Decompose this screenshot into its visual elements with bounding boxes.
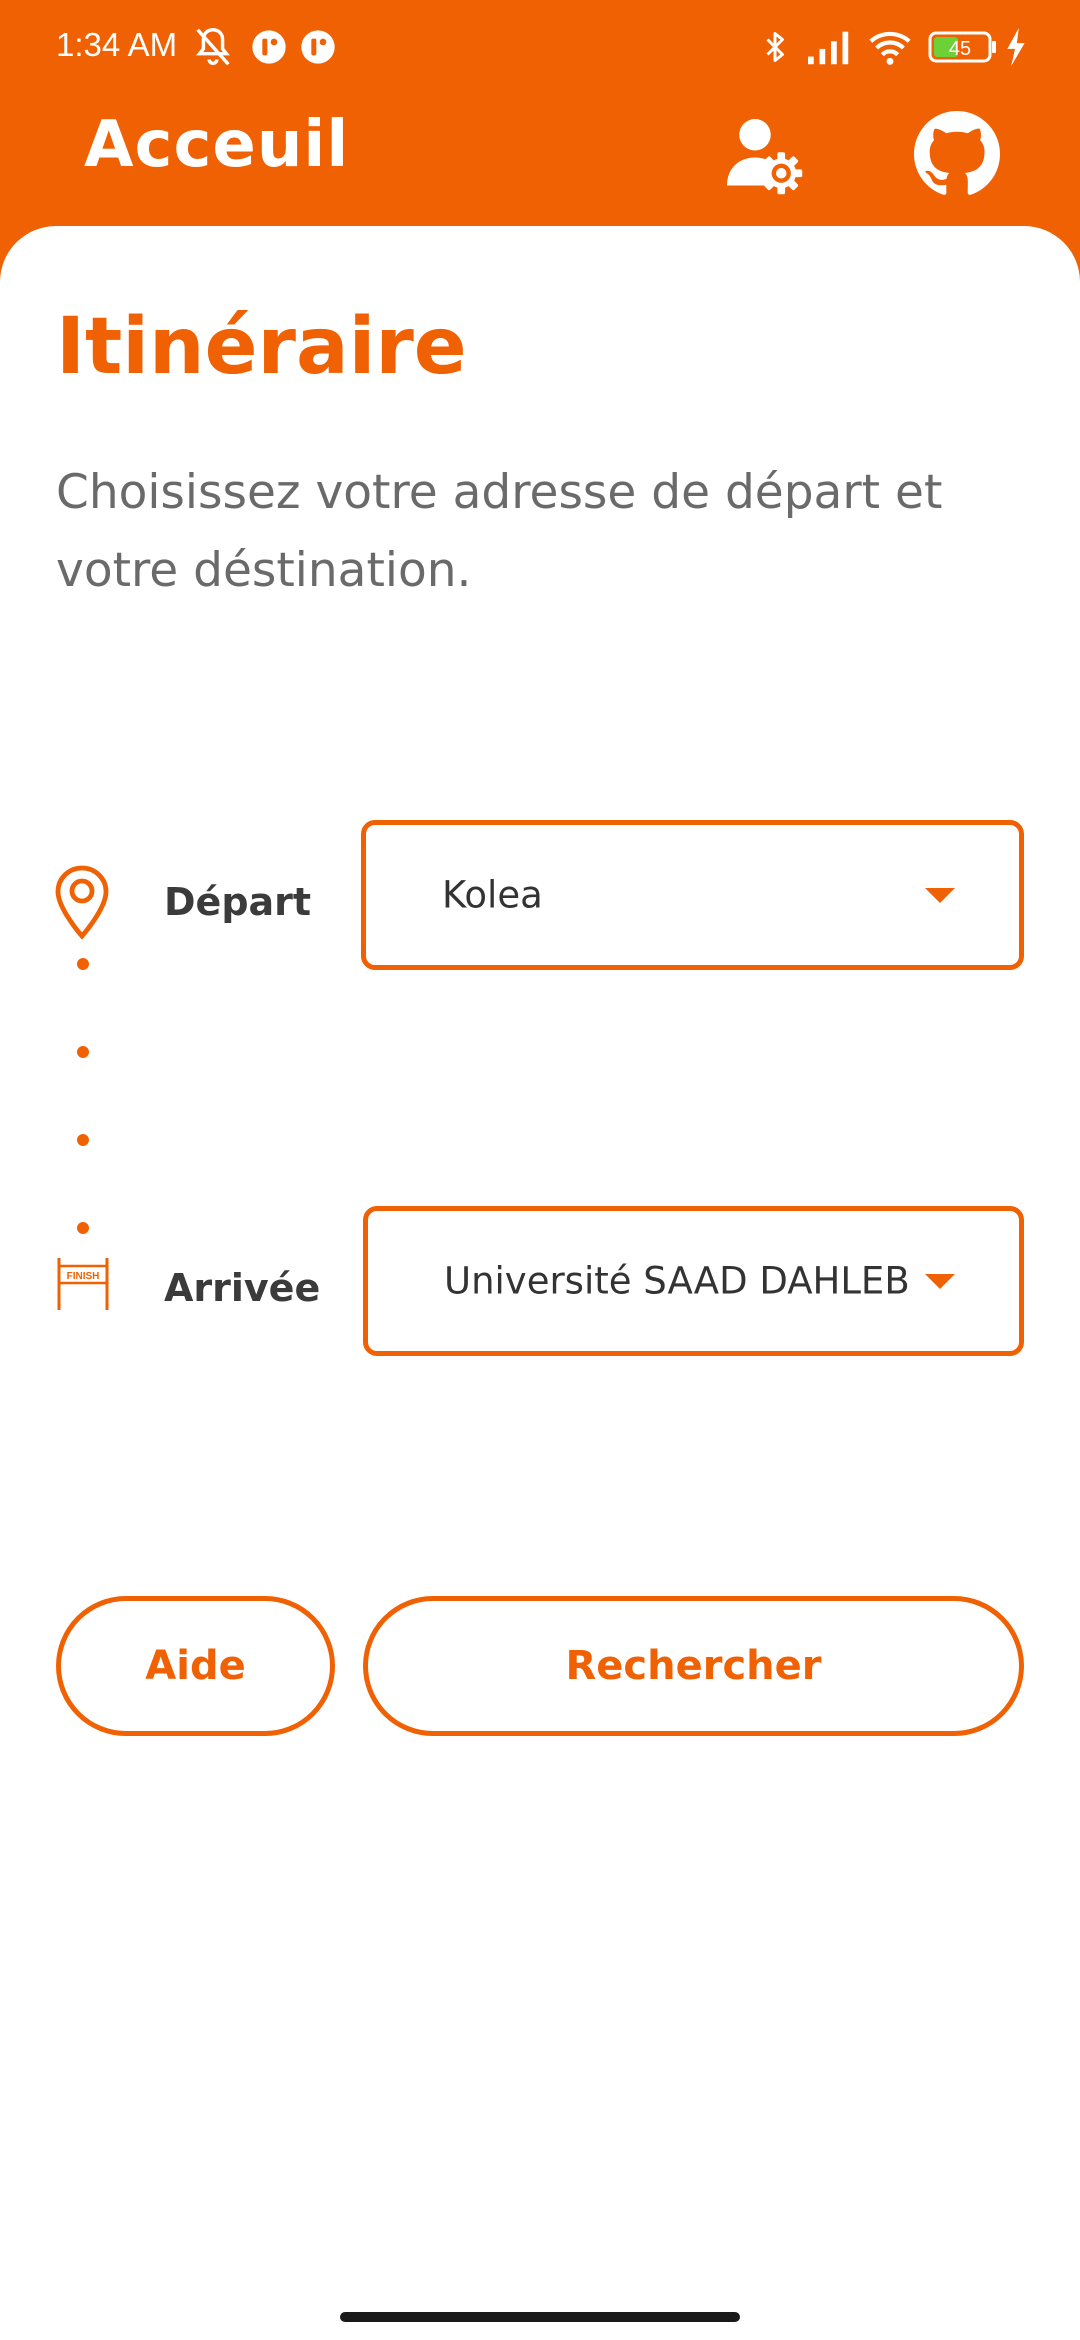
battery-level: 45 <box>949 38 971 60</box>
arrival-label: Arrivée <box>164 1266 321 1310</box>
finish-line-icon: FINISH <box>54 1256 112 1316</box>
bluetooth-icon <box>757 24 793 74</box>
departure-label: Départ <box>164 880 312 924</box>
app-notification-icon <box>249 24 289 74</box>
page-subtitle: Choisissez votre adresse de départ et vo… <box>56 465 943 598</box>
departure-value: Kolea <box>442 873 543 917</box>
finish-banner-text: FINISH <box>67 1271 100 1282</box>
status-time: 1:34 AM <box>56 26 178 63</box>
route-connector-dot <box>77 1046 89 1058</box>
chevron-down-icon <box>925 1274 955 1289</box>
arrival-value: Université SAAD DAHLEB <box>444 1259 910 1303</box>
search-button[interactable]: Rechercher <box>363 1596 1024 1736</box>
github-button[interactable] <box>907 106 1007 206</box>
charging-icon <box>1002 24 1028 74</box>
route-connector-dot <box>77 1134 89 1146</box>
user-settings-icon <box>720 112 804 200</box>
location-pin-icon <box>54 864 110 944</box>
battery-icon: 45 <box>928 30 998 68</box>
user-settings-button[interactable] <box>712 106 812 206</box>
route-connector-dot <box>77 958 89 970</box>
status-bar: 1:34 AM 45 <box>0 0 1080 96</box>
chevron-down-icon <box>925 888 955 903</box>
screen: 1:34 AM 45 Acceuil Itinéraire Choisissez… <box>0 0 1080 2340</box>
departure-dropdown[interactable]: Kolea <box>361 820 1024 970</box>
page-title: Itinéraire <box>56 302 467 392</box>
route-connector-dot <box>77 1222 89 1234</box>
github-icon <box>914 111 1000 201</box>
muted-bell-icon <box>190 24 236 74</box>
signal-icon <box>806 24 856 74</box>
app-notification-icon <box>298 24 338 74</box>
content-sheet: Itinéraire Choisissez votre adresse de d… <box>0 226 1080 2340</box>
help-button[interactable]: Aide <box>56 1596 335 1736</box>
app-bar-title: Acceuil <box>84 108 350 182</box>
home-indicator[interactable] <box>340 2312 740 2322</box>
arrival-dropdown[interactable]: Université SAAD DAHLEB <box>363 1206 1024 1356</box>
wifi-icon <box>866 24 914 74</box>
